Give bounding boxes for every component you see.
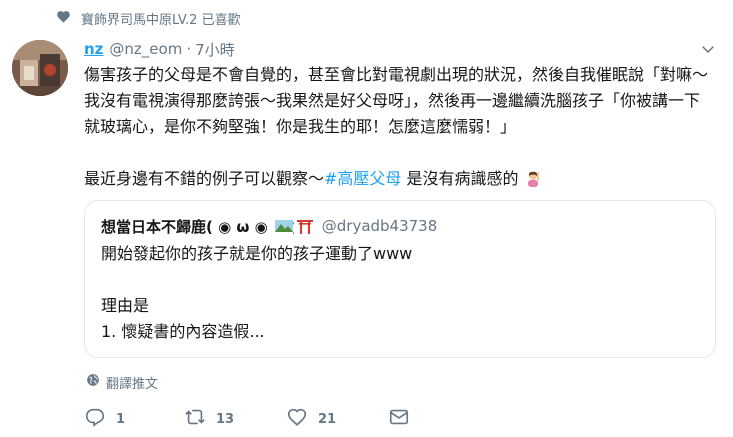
- svg-text:): ): [292, 221, 294, 234]
- quoted-name-emoji-icons: ): [274, 218, 314, 234]
- quoted-tweet-header: 想當日本不歸鹿( ◉ ω ◉ ) @dryadb43738: [101, 215, 699, 237]
- direct-message-button[interactable]: [388, 404, 410, 434]
- timestamp[interactable]: 7小時: [195, 39, 235, 60]
- translate-tweet-link[interactable]: 翻譯推文: [86, 372, 158, 392]
- torii-gate-emoji-icon: [296, 220, 313, 234]
- retweet-count: 13: [216, 411, 235, 427]
- avatar-image: [12, 40, 68, 96]
- heart-icon: [56, 9, 71, 28]
- translate-label: 翻譯推文: [106, 376, 159, 392]
- quoted-tweet[interactable]: 想當日本不歸鹿( ◉ ω ◉ ) @dryadb43738 開始發起你的孩子就是…: [84, 200, 716, 358]
- quoted-user-handle: @dryadb43738: [321, 217, 438, 235]
- reply-count: 1: [116, 411, 126, 427]
- globe-icon: [86, 373, 100, 391]
- tweet-header: nz @nz_eom · 7小時: [84, 38, 717, 60]
- separator: ·: [186, 40, 192, 58]
- envelope-icon: [388, 406, 410, 432]
- tweet-paragraph-2: 最近身邊有不錯的例子可以觀察～#高壓父母 是沒有病識感的: [84, 166, 714, 192]
- social-context-text[interactable]: 寶飾界司馬中原LV.2 已喜歡: [81, 9, 241, 28]
- quoted-line: 理由是: [101, 296, 150, 315]
- quoted-line: 1. 懷疑書的內容造假...: [101, 322, 265, 341]
- hashtag-link[interactable]: #高壓父母: [324, 169, 401, 188]
- user-handle[interactable]: @nz_eom: [109, 40, 182, 58]
- chevron-down-icon[interactable]: [699, 40, 717, 58]
- retweet-button[interactable]: 13: [184, 404, 234, 434]
- quoted-line-blank: [101, 267, 699, 293]
- reply-button[interactable]: 1: [84, 404, 125, 434]
- quoted-line: 開始發起你的孩子就是你的孩子運動了www: [101, 244, 413, 263]
- tweet-text: 傷害孩子的父母是不會自覺的，甚至會比對電視劇出現的狀況，然後自我催眠說「對嘛～我…: [84, 62, 714, 192]
- like-count: 21: [318, 411, 337, 427]
- quoted-tweet-text: 開始發起你的孩子就是你的孩子運動了www 理由是 1. 懷疑書的內容造假...: [101, 241, 699, 345]
- social-context: 寶飾界司馬中原LV.2 已喜歡: [56, 8, 241, 28]
- tweet-line-suffix: 是沒有病識感的: [401, 169, 519, 188]
- display-name[interactable]: nz: [84, 40, 103, 58]
- reply-icon: [84, 406, 106, 432]
- mountain-emoji-icon: ): [274, 220, 294, 234]
- person-raising-hand-emoji-icon: [524, 169, 542, 187]
- tweet-actions: 1 13 21: [84, 404, 524, 434]
- tweet-line-prefix: 最近身邊有不錯的例子可以觀察～: [84, 169, 325, 188]
- like-button[interactable]: 21: [286, 404, 336, 434]
- tweet-paragraph: 傷害孩子的父母是不會自覺的，甚至會比對電視劇出現的狀況，然後自我催眠說「對嘛～我…: [84, 65, 709, 136]
- heart-outline-icon: [286, 406, 308, 432]
- retweet-icon: [184, 406, 206, 432]
- quoted-display-name: 想當日本不歸鹿( ◉ ω ◉: [101, 217, 268, 236]
- avatar[interactable]: [12, 40, 68, 96]
